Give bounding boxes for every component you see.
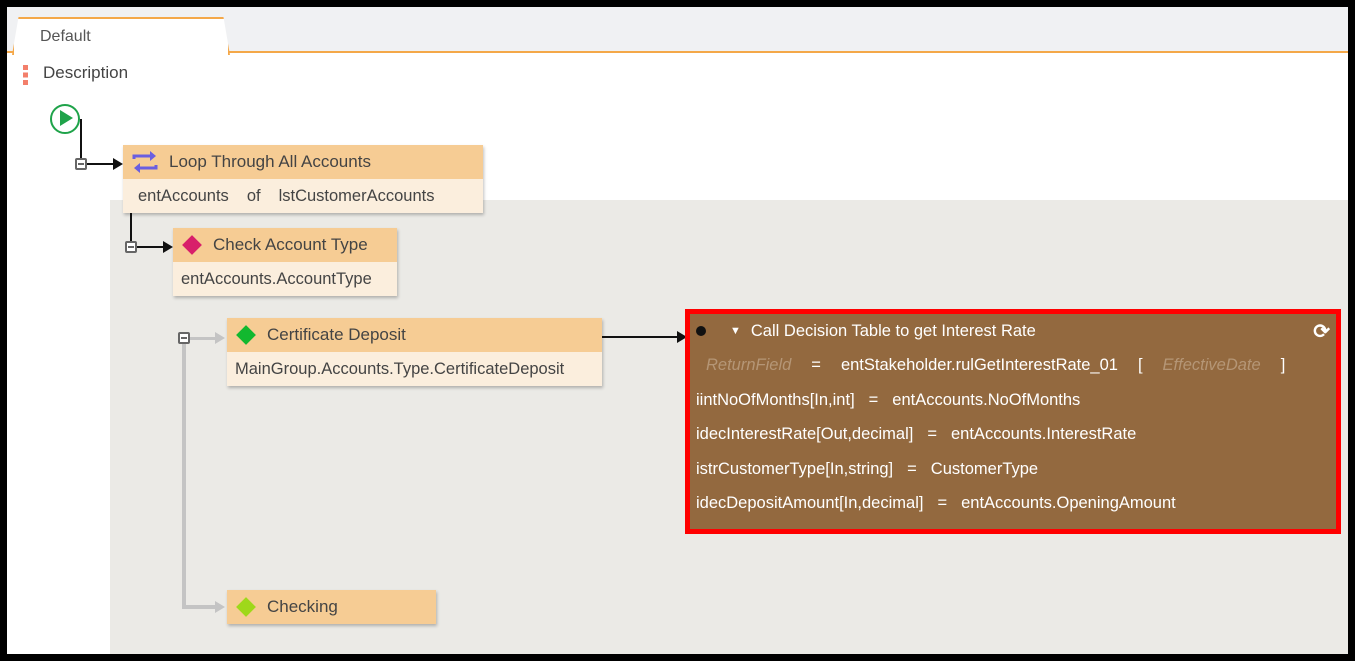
param-row[interactable]: idecInterestRate[Out,decimal] = entAccount… xyxy=(690,418,1336,453)
param-name: idecInterestRate[Out,decimal] xyxy=(696,425,914,444)
loop-node[interactable]: Loop Through All Accounts entAccounts of l… xyxy=(123,145,483,213)
collapse-toggle[interactable] xyxy=(178,332,190,344)
loop-of: of xyxy=(246,186,261,205)
collapse-caret-icon[interactable]: ▼ xyxy=(730,325,741,337)
param-name: idecDepositAmount[In,decimal] xyxy=(696,494,924,513)
loop-collection: lstCustomerAccounts xyxy=(278,186,435,205)
equals-sign: = xyxy=(868,390,879,409)
start-icon[interactable] xyxy=(50,104,80,134)
param-value: entAccounts.InterestRate xyxy=(951,425,1137,444)
param-row[interactable]: istrCustomerType[In,string] = CustomerType xyxy=(690,452,1336,487)
decision-table-call-node[interactable]: ▼ Call Decision Table to get Interest Ra… xyxy=(685,309,1341,534)
equals-sign: = xyxy=(927,425,937,444)
return-field[interactable]: ReturnField xyxy=(706,356,791,375)
certificate-title: Certificate Deposit xyxy=(267,325,406,344)
bracket-close: ] xyxy=(1280,356,1286,375)
equals-sign: = xyxy=(811,356,821,375)
collapse-toggle[interactable] xyxy=(75,158,87,170)
loop-item: entAccounts xyxy=(138,186,229,205)
check-title: Check Account Type xyxy=(213,235,368,254)
condition-diamond-icon xyxy=(236,597,256,617)
equals-sign: = xyxy=(907,459,917,478)
effective-date[interactable]: EffectiveDate xyxy=(1163,356,1261,375)
tab-default[interactable]: Default xyxy=(12,17,230,55)
certificate-expr: MainGroup.Accounts.Type.CertificateDepos… xyxy=(235,359,565,378)
workflow-canvas: Default Description Loop Through All Acc… xyxy=(7,7,1348,654)
condition-diamond-icon xyxy=(236,325,256,345)
param-name: iintNoOfMonths[In,int] xyxy=(696,390,855,409)
collapse-toggle[interactable] xyxy=(125,241,137,253)
param-value: CustomerType xyxy=(930,459,1039,478)
loop-title: Loop Through All Accounts xyxy=(169,152,371,171)
bracket-open: [ xyxy=(1137,356,1143,375)
description-label: Description xyxy=(43,63,129,82)
param-row[interactable]: iintNoOfMonths[In,int] = entAccounts.NoOfM… xyxy=(690,383,1336,418)
decision-table-title: Call Decision Table to get Interest Rate xyxy=(750,321,1036,340)
connector-icon xyxy=(696,326,706,337)
decision-diamond-icon xyxy=(182,235,202,255)
param-value: entAccounts.NoOfMonths xyxy=(892,390,1081,409)
equals-sign: = xyxy=(937,494,948,513)
loop-icon xyxy=(132,151,158,173)
checking-title: Checking xyxy=(267,597,338,616)
certificate-deposit-node[interactable]: Certificate Deposit MainGroup.Accounts.T… xyxy=(227,318,602,386)
param-row[interactable]: idecDepositAmount[In,decimal] = entAccount… xyxy=(690,487,1336,522)
drag-handle-icon[interactable] xyxy=(23,65,28,85)
rule-name[interactable]: entStakeholder.rulGetInterestRate_01 xyxy=(841,356,1118,375)
param-value: entAccounts.OpeningAmount xyxy=(961,494,1176,513)
check-expr: entAccounts.AccountType xyxy=(181,269,372,288)
param-name: istrCustomerType[In,string] xyxy=(696,459,894,478)
checking-node[interactable]: Checking xyxy=(227,590,436,624)
refresh-icon[interactable]: ⟳ xyxy=(1313,319,1330,344)
check-account-type-node[interactable]: Check Account Type entAccounts.AccountTy… xyxy=(173,228,397,296)
